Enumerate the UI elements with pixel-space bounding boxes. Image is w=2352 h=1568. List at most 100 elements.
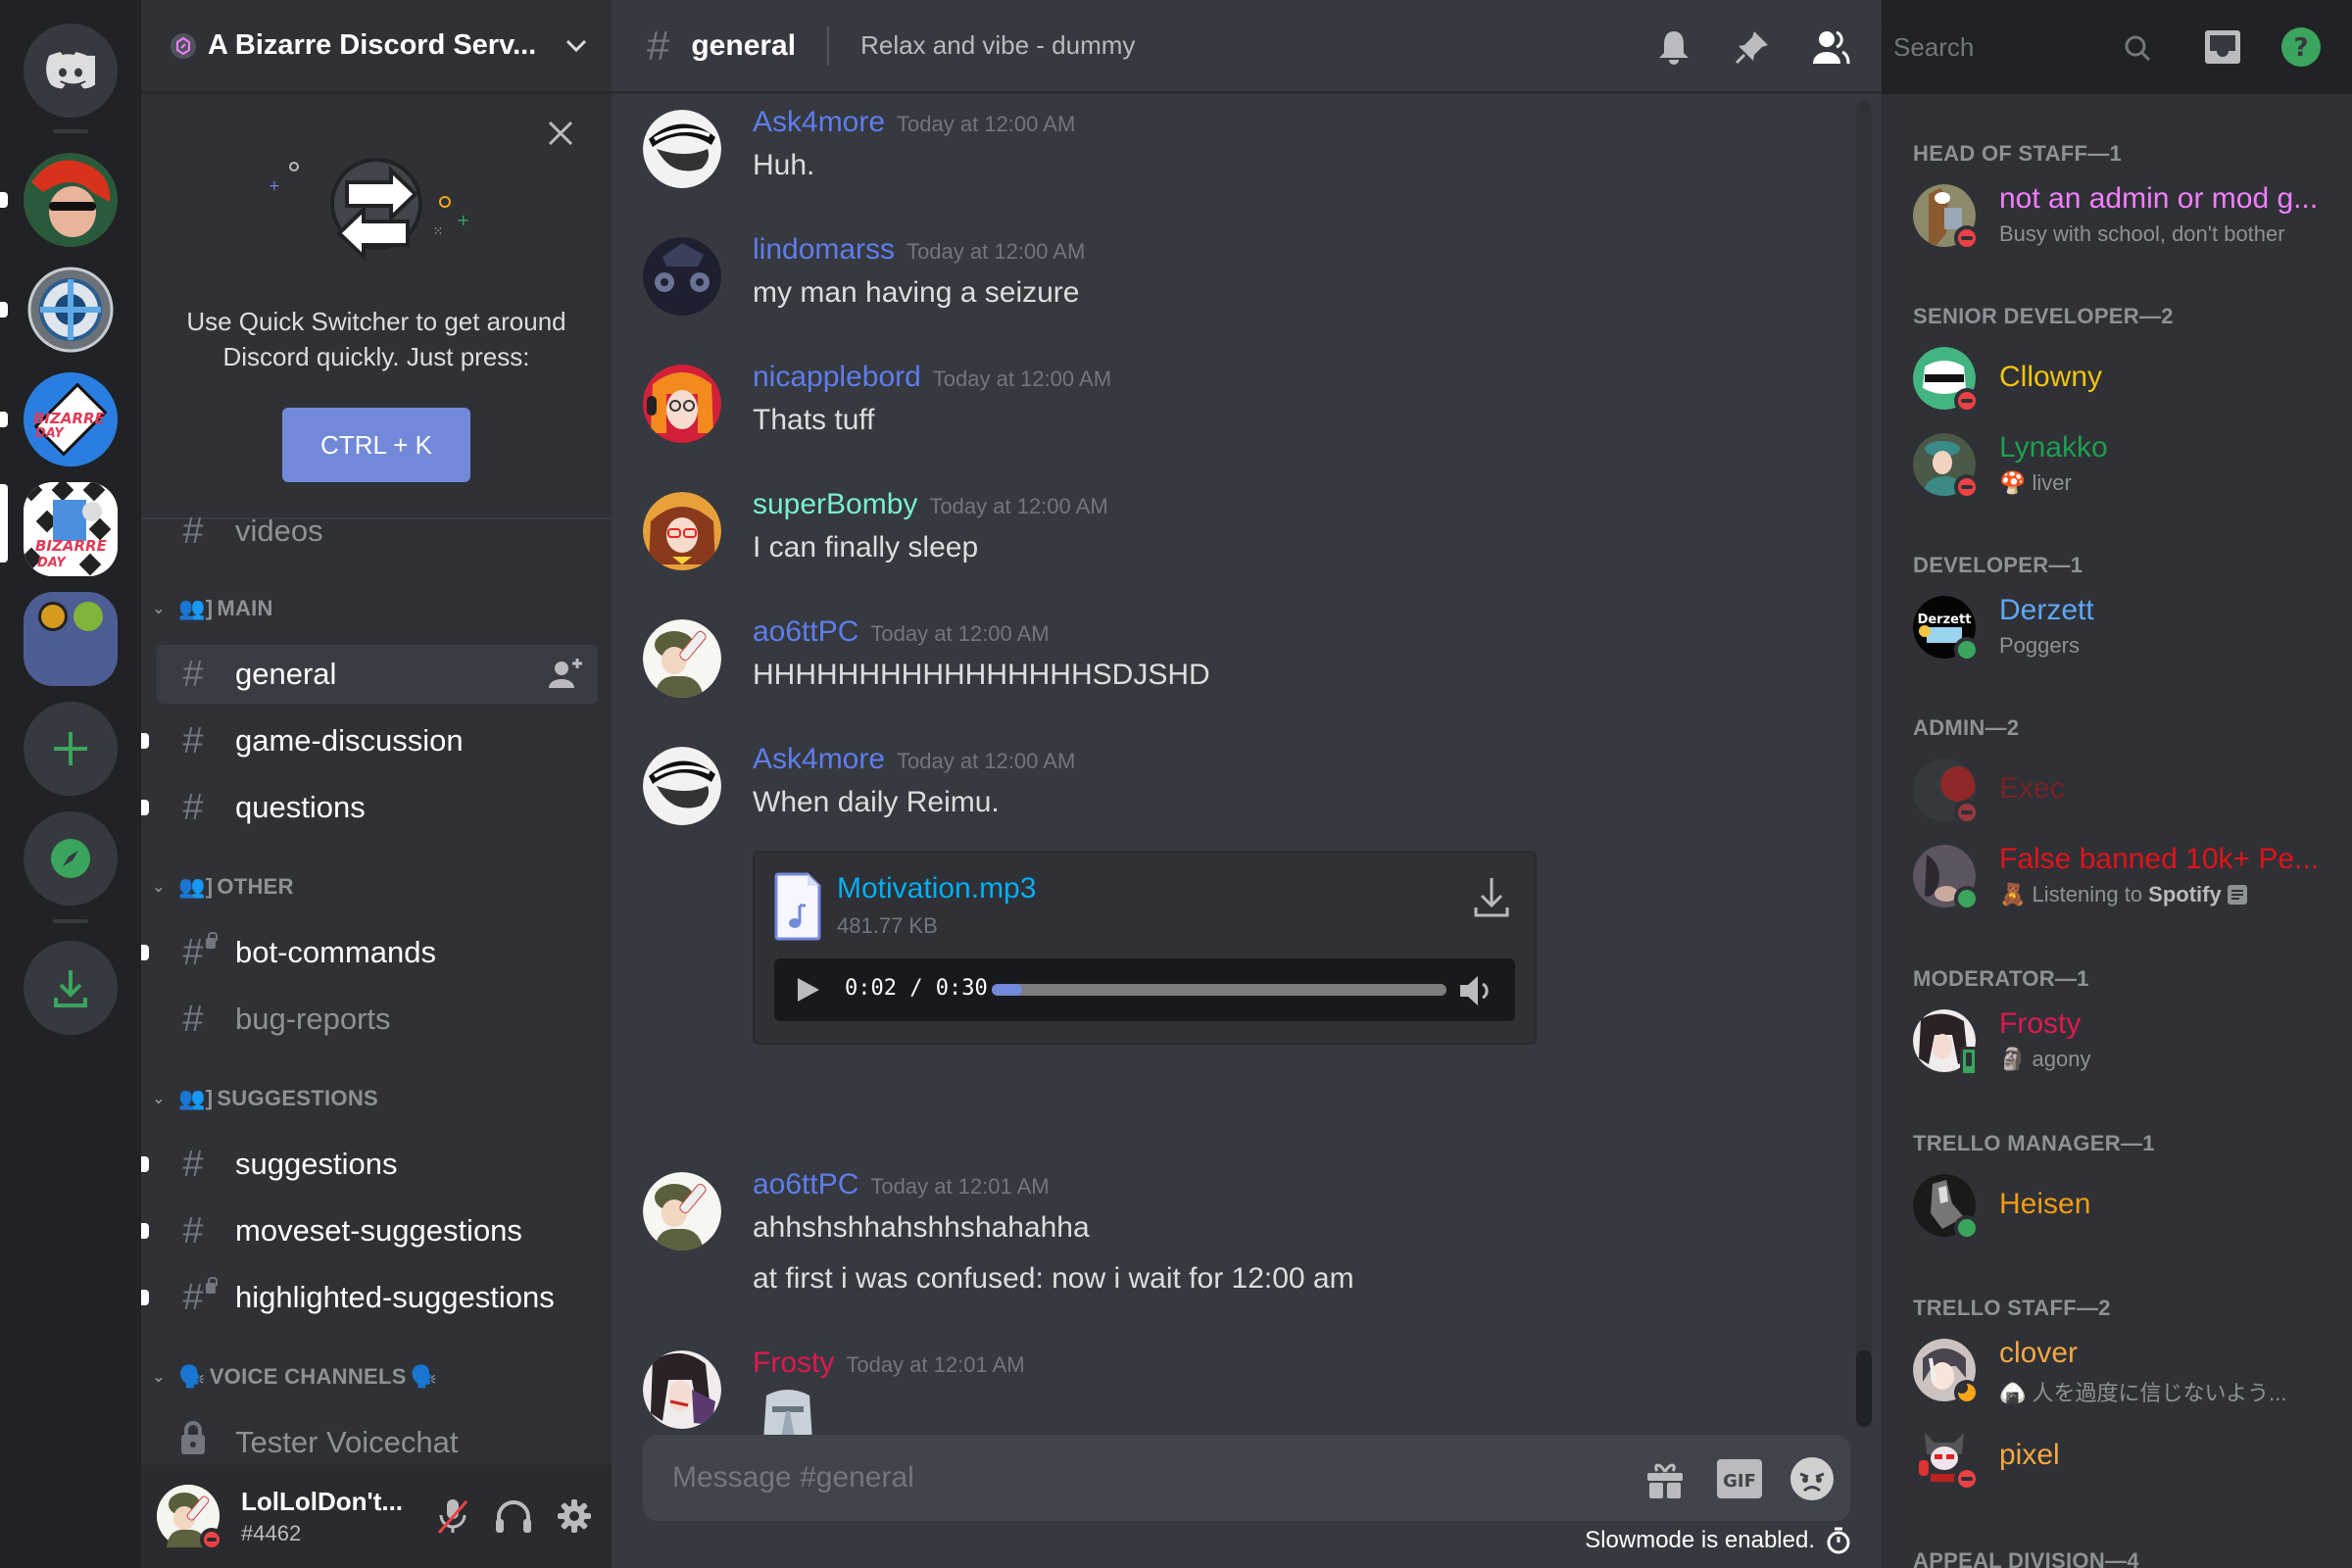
role-header: APPEAL DIVISION—4 <box>1913 1548 2139 1568</box>
explore-servers-button[interactable] <box>24 811 118 906</box>
notification-settings-button[interactable] <box>1650 24 1697 71</box>
message-author[interactable]: nicapplebord <box>753 361 921 393</box>
play-icon[interactable] <box>794 976 821 1004</box>
audio-progress-slider[interactable] <box>992 984 1446 996</box>
channel-general[interactable]: # general <box>157 645 598 704</box>
search-input[interactable] <box>1893 24 2109 71</box>
download-apps-button[interactable] <box>24 941 118 1035</box>
message-author[interactable]: Ask4more <box>753 743 885 775</box>
message-author[interactable]: superBomby <box>753 488 917 520</box>
unread-indicator <box>0 192 8 208</box>
close-tip-button[interactable] <box>543 116 578 151</box>
folder-server-icon <box>38 602 68 631</box>
message-input[interactable] <box>672 1435 1554 1521</box>
author-avatar[interactable] <box>643 492 721 570</box>
author-avatar[interactable] <box>643 365 721 443</box>
home-button[interactable] <box>24 24 118 118</box>
member-name: Heisen <box>1999 1188 2091 1220</box>
member-item[interactable]: Cllowny <box>1913 347 2344 414</box>
author-avatar[interactable] <box>643 110 721 188</box>
message-header: Frosty Today at 12:01 AM <box>753 1347 1025 1380</box>
member-list-toggle[interactable] <box>1807 24 1854 71</box>
channel-name: questions <box>235 790 366 824</box>
member-item[interactable]: Lynakko 🍄 liver <box>1913 431 2344 500</box>
category-voice-channels[interactable]: ⌄ 🗣️ VOICE CHANNELS 🗣️ <box>149 1362 441 1392</box>
gif-picker-button[interactable]: GIF <box>1717 1456 1762 1501</box>
message-author[interactable]: ao6ttPC <box>753 1168 858 1200</box>
download-icon[interactable] <box>1472 876 1511 919</box>
member-item[interactable]: Exec <box>1913 759 2344 825</box>
locked-voice-channel-icon <box>174 1421 212 1464</box>
member-item[interactable]: Frosty 🗿 agony <box>1913 1007 2344 1076</box>
message-author[interactable]: Ask4more <box>753 106 885 138</box>
activity-app: Spotify <box>2148 882 2222 906</box>
username: LolLolDon't... <box>241 1486 404 1516</box>
member-item[interactable]: False banned 10k+ Pe... 🧸 Listening to S… <box>1913 843 2344 911</box>
text-channel-icon: # <box>182 719 204 761</box>
channel-questions[interactable]: # questions <box>141 778 598 837</box>
member-item[interactable]: pixel <box>1913 1425 2344 1492</box>
category-main[interactable]: ⌄ 👥] MAIN <box>149 594 273 623</box>
guild-header[interactable]: A Bizarre Discord Serv... <box>141 0 612 94</box>
channel-highlighted-suggestions[interactable]: # highlighted-suggestions <box>141 1268 598 1327</box>
invite-user-icon[interactable] <box>549 659 582 688</box>
server-icon-mandala[interactable] <box>24 263 118 357</box>
author-avatar[interactable] <box>643 747 721 825</box>
scrollbar-thumb[interactable] <box>1856 1350 1872 1427</box>
volume-icon[interactable] <box>1458 974 1494 1007</box>
author-avatar[interactable] <box>643 1350 721 1429</box>
message-content: I can finally sleep <box>753 531 979 564</box>
channel-moveset-suggestions[interactable]: # moveset-suggestions <box>141 1201 598 1260</box>
message-author[interactable]: ao6ttPC <box>753 615 858 648</box>
user-settings-button[interactable] <box>551 1493 598 1540</box>
chevron-down-icon: ⌄ <box>152 601 166 617</box>
channel-bot-commands[interactable]: # bot-commands <box>141 923 598 982</box>
slowmode-text: Slowmode is enabled. <box>1585 1527 1815 1553</box>
user-info[interactable]: LolLolDon't... #4462 <box>241 1487 429 1546</box>
category-name: SUGGESTIONS <box>217 1086 378 1110</box>
unread-indicator <box>141 1290 149 1305</box>
close-icon <box>548 121 573 146</box>
channel-videos[interactable]: # videos <box>157 502 598 561</box>
inbox-button[interactable] <box>2199 24 2246 71</box>
server-icon-a-bizarre-day-selected[interactable]: BIZARRE DAY <box>24 482 118 576</box>
member-item[interactable]: Derzett Derzett Poggers <box>1913 594 2344 662</box>
help-button[interactable]: ? <box>2278 24 2325 71</box>
quick-switcher-shortcut-button[interactable]: CTRL + K <box>282 408 470 482</box>
category-other[interactable]: ⌄ 👥] OTHER <box>149 872 294 902</box>
member-item[interactable]: not an admin or mod g... Busy with schoo… <box>1913 182 2344 251</box>
channel-game-discussion[interactable]: # game-discussion <box>141 711 598 770</box>
user-avatar[interactable] <box>157 1485 223 1551</box>
member-item[interactable]: clover 🍙 人を過度に信じないよう... <box>1913 1337 2344 1405</box>
search-box[interactable] <box>1882 24 2164 71</box>
server-icon-red-hair[interactable] <box>24 153 118 247</box>
mute-mic-button[interactable] <box>429 1493 476 1540</box>
message-author[interactable]: Frosty <box>753 1347 834 1379</box>
channel-suggestions[interactable]: # suggestions <box>141 1135 598 1194</box>
emoji-picker-button[interactable] <box>1789 1456 1835 1501</box>
message-timestamp: Today at 12:00 AM <box>932 367 1112 391</box>
author-avatar[interactable] <box>643 619 721 698</box>
server-folder[interactable] <box>24 592 118 686</box>
category-suggestions[interactable]: ⌄ 👥] SUGGESTIONS <box>149 1084 378 1113</box>
add-server-button[interactable] <box>24 702 118 796</box>
channel-topic[interactable]: Relax and vibe - dummy <box>860 30 1135 61</box>
server-icon-a-bizarre-day[interactable]: BIZARRE DAY <box>24 372 118 466</box>
deafen-button[interactable] <box>490 1493 537 1540</box>
attachment-filename-link[interactable]: Motivation.mp3 <box>837 872 1036 906</box>
status-online-icon <box>1954 637 1980 662</box>
unread-indicator <box>141 945 149 960</box>
status-dnd-icon <box>1954 1466 1980 1492</box>
gift-nitro-button[interactable] <box>1642 1456 1688 1501</box>
message-author[interactable]: lindomarss <box>753 233 895 266</box>
svg-text:⁙: ⁙ <box>433 224 443 238</box>
message-scrollbar[interactable] <box>1856 102 1872 1427</box>
author-avatar[interactable] <box>643 1172 721 1250</box>
message-timestamp: Today at 12:00 AM <box>906 239 1086 264</box>
channel-bug-reports[interactable]: # bug-reports <box>157 990 598 1049</box>
text-channel-icon: # <box>182 1143 204 1185</box>
author-avatar[interactable] <box>643 237 721 316</box>
pinned-messages-button[interactable] <box>1729 24 1776 71</box>
member-item[interactable]: Heisen <box>1913 1174 2344 1241</box>
channel-tester-voicechat[interactable]: Tester Voicechat <box>157 1413 598 1472</box>
